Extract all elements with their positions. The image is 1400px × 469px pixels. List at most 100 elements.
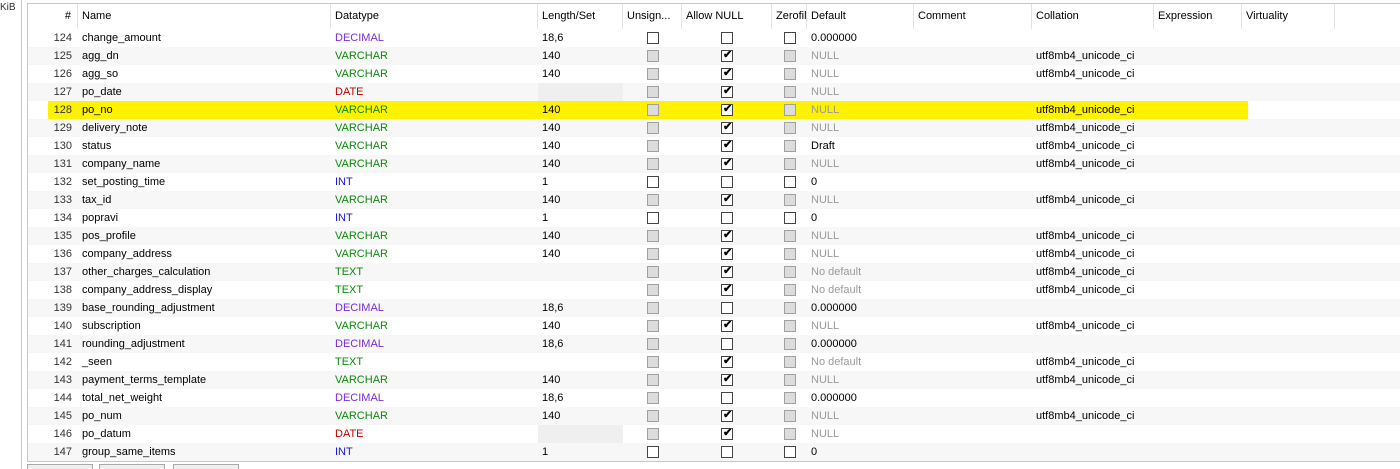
table-row[interactable]: 143 payment_terms_template VARCHAR 140 ✔ NULL…: [28, 371, 1400, 389]
length-cell[interactable]: [538, 281, 623, 299]
table-row[interactable]: 134 popravi INT 1 0: [28, 209, 1400, 227]
collation-cell[interactable]: utf8mb4_unicode_ci: [1032, 101, 1154, 119]
allow-null-checkbox[interactable]: ✔: [721, 229, 733, 242]
zerofill-checkbox[interactable]: [784, 212, 796, 224]
datatype-cell[interactable]: INT: [331, 173, 538, 191]
unsigned-checkbox[interactable]: [647, 284, 659, 296]
length-cell[interactable]: 1: [538, 209, 623, 227]
zerofill-checkbox[interactable]: [784, 320, 796, 332]
zerofill-checkbox[interactable]: [784, 176, 796, 188]
allow-null-checkbox[interactable]: ✔: [721, 67, 733, 80]
length-cell[interactable]: 140: [538, 317, 623, 335]
allow-null-checkbox[interactable]: ✔: [721, 247, 733, 260]
length-cell[interactable]: [538, 353, 623, 371]
column-name-cell[interactable]: payment_terms_template: [78, 371, 331, 389]
table-row[interactable]: 141 rounding_adjustment DECIMAL 18,6 0.00000…: [28, 335, 1400, 353]
default-cell[interactable]: 0: [807, 443, 914, 461]
unsigned-checkbox[interactable]: [647, 68, 659, 80]
length-cell[interactable]: 18,6: [538, 335, 623, 353]
length-cell[interactable]: 140: [538, 245, 623, 263]
zerofill-checkbox[interactable]: [784, 32, 796, 44]
table-row[interactable]: 129 delivery_note VARCHAR 140 ✔ NULL utf8mb4_u…: [28, 119, 1400, 137]
collation-cell[interactable]: utf8mb4_unicode_ci: [1032, 263, 1154, 281]
allow-null-checkbox[interactable]: ✔: [721, 121, 733, 134]
default-cell[interactable]: NULL: [807, 317, 914, 335]
table-row[interactable]: 128 po_no VARCHAR 140 ✔ NULL utf8mb4_unicode_c…: [28, 101, 1400, 119]
default-cell[interactable]: No default: [807, 281, 914, 299]
datatype-cell[interactable]: DECIMAL: [331, 389, 538, 407]
collation-cell[interactable]: utf8mb4_unicode_ci: [1032, 317, 1154, 335]
allow-null-checkbox[interactable]: ✔: [721, 49, 733, 62]
default-cell[interactable]: 0: [807, 173, 914, 191]
allow-null-checkbox[interactable]: ✔: [721, 355, 733, 368]
column-name-cell[interactable]: po_no: [78, 101, 331, 119]
allow-null-checkbox[interactable]: ✔: [721, 157, 733, 170]
allow-null-checkbox[interactable]: [721, 302, 733, 314]
zerofill-checkbox[interactable]: [784, 374, 796, 386]
allow-null-checkbox[interactable]: [721, 338, 733, 350]
zerofill-checkbox[interactable]: [784, 230, 796, 242]
default-cell[interactable]: NULL: [807, 425, 914, 443]
collation-cell[interactable]: utf8mb4_unicode_ci: [1032, 155, 1154, 173]
length-cell[interactable]: 140: [538, 47, 623, 65]
collation-cell[interactable]: utf8mb4_unicode_ci: [1032, 407, 1154, 425]
column-name-cell[interactable]: po_num: [78, 407, 331, 425]
zerofill-checkbox[interactable]: [784, 284, 796, 296]
zerofill-checkbox[interactable]: [784, 122, 796, 134]
length-cell[interactable]: 140: [538, 137, 623, 155]
length-cell[interactable]: 18,6: [538, 299, 623, 317]
column-name-cell[interactable]: agg_dn: [78, 47, 331, 65]
datatype-cell[interactable]: TEXT: [331, 263, 538, 281]
bottom-tab[interactable]: [173, 464, 239, 469]
collation-cell[interactable]: utf8mb4_unicode_ci: [1032, 65, 1154, 83]
table-row[interactable]: 138 company_address_display TEXT ✔ No defaul…: [28, 281, 1400, 299]
unsigned-checkbox[interactable]: [647, 338, 659, 350]
table-row[interactable]: 124 change_amount DECIMAL 18,6 0.000000: [28, 29, 1400, 47]
length-cell[interactable]: 140: [538, 371, 623, 389]
collation-cell[interactable]: [1032, 389, 1154, 407]
col-header-collation[interactable]: Collation: [1032, 4, 1154, 29]
datatype-cell[interactable]: TEXT: [331, 281, 538, 299]
length-cell[interactable]: 140: [538, 65, 623, 83]
col-header-default[interactable]: Default: [807, 4, 914, 29]
default-cell[interactable]: NULL: [807, 155, 914, 173]
column-name-cell[interactable]: delivery_note: [78, 119, 331, 137]
unsigned-checkbox[interactable]: [647, 212, 659, 224]
unsigned-checkbox[interactable]: [647, 320, 659, 332]
unsigned-checkbox[interactable]: [647, 374, 659, 386]
collation-cell[interactable]: [1032, 299, 1154, 317]
datatype-cell[interactable]: VARCHAR: [331, 227, 538, 245]
table-row[interactable]: 131 company_name VARCHAR 140 ✔ NULL utf8mb4_un…: [28, 155, 1400, 173]
column-name-cell[interactable]: status: [78, 137, 331, 155]
zerofill-checkbox[interactable]: [784, 302, 796, 314]
unsigned-checkbox[interactable]: [647, 446, 659, 458]
col-header-allow-null[interactable]: Allow NULL: [682, 4, 772, 29]
datatype-cell[interactable]: DECIMAL: [331, 29, 538, 47]
column-name-cell[interactable]: _seen: [78, 353, 331, 371]
zerofill-checkbox[interactable]: [784, 266, 796, 278]
col-header-unsigned[interactable]: Unsign...: [623, 4, 682, 29]
table-row[interactable]: 144 total_net_weight DECIMAL 18,6 0.000000: [28, 389, 1400, 407]
allow-null-checkbox[interactable]: [721, 392, 733, 404]
unsigned-checkbox[interactable]: [647, 158, 659, 170]
collation-cell[interactable]: [1032, 443, 1154, 461]
datatype-cell[interactable]: VARCHAR: [331, 47, 538, 65]
table-row[interactable]: 125 agg_dn VARCHAR 140 ✔ NULL utf8mb4_unicode_…: [28, 47, 1400, 65]
default-cell[interactable]: NULL: [807, 371, 914, 389]
default-cell[interactable]: NULL: [807, 119, 914, 137]
column-name-cell[interactable]: set_posting_time: [78, 173, 331, 191]
column-name-cell[interactable]: po_datum: [78, 425, 331, 443]
collation-cell[interactable]: utf8mb4_unicode_ci: [1032, 245, 1154, 263]
default-cell[interactable]: No default: [807, 263, 914, 281]
default-cell[interactable]: NULL: [807, 83, 914, 101]
allow-null-checkbox[interactable]: ✔: [721, 373, 733, 386]
allow-null-checkbox[interactable]: ✔: [721, 265, 733, 278]
column-name-cell[interactable]: agg_so: [78, 65, 331, 83]
bottom-tab[interactable]: [27, 464, 93, 469]
datatype-cell[interactable]: VARCHAR: [331, 101, 538, 119]
datatype-cell[interactable]: VARCHAR: [331, 191, 538, 209]
zerofill-checkbox[interactable]: [784, 428, 796, 440]
allow-null-checkbox[interactable]: ✔: [721, 103, 733, 116]
col-header-comment[interactable]: Comment: [914, 4, 1032, 29]
unsigned-checkbox[interactable]: [647, 392, 659, 404]
